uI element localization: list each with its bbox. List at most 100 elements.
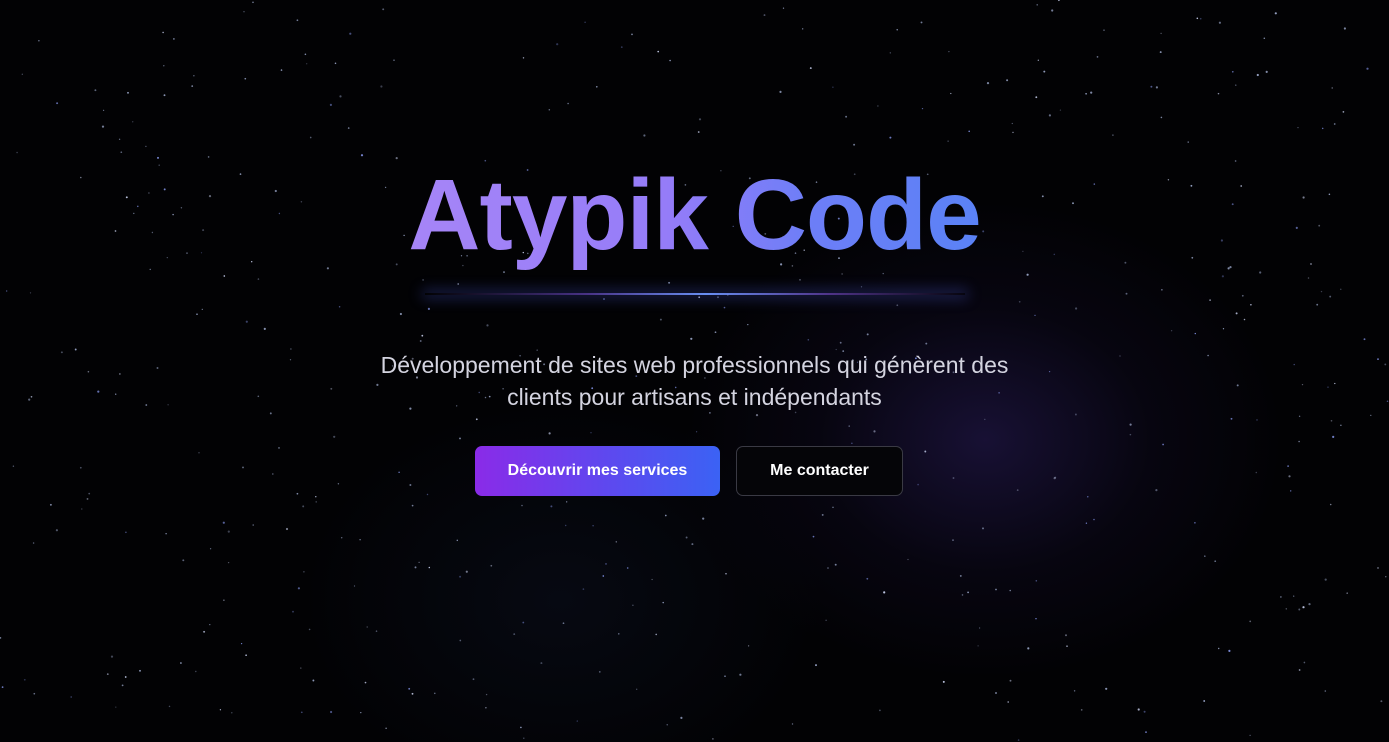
star bbox=[877, 105, 879, 107]
star bbox=[393, 59, 395, 61]
star bbox=[1249, 734, 1251, 737]
star bbox=[366, 626, 368, 628]
star bbox=[1333, 123, 1336, 125]
star bbox=[853, 143, 856, 146]
star bbox=[1143, 710, 1146, 713]
star bbox=[304, 53, 307, 56]
star bbox=[631, 33, 633, 36]
star bbox=[382, 8, 385, 11]
star bbox=[1298, 608, 1301, 611]
star bbox=[717, 296, 719, 299]
star bbox=[191, 85, 194, 87]
star bbox=[312, 679, 315, 682]
star bbox=[598, 671, 601, 673]
star bbox=[702, 517, 705, 520]
star bbox=[851, 442, 853, 445]
star bbox=[1027, 647, 1030, 650]
discover-services-button[interactable]: Découvrir mes services bbox=[475, 446, 720, 496]
star bbox=[21, 73, 23, 75]
star bbox=[1293, 595, 1295, 597]
star bbox=[779, 90, 782, 93]
star bbox=[669, 59, 671, 62]
star bbox=[55, 529, 59, 532]
star bbox=[523, 737, 525, 739]
star bbox=[296, 19, 299, 22]
star bbox=[513, 633, 516, 635]
star bbox=[832, 86, 834, 88]
contact-button-label: Me contacter bbox=[770, 462, 869, 479]
star bbox=[1346, 592, 1348, 594]
star bbox=[252, 524, 254, 526]
star bbox=[799, 279, 801, 281]
star bbox=[947, 140, 949, 142]
star bbox=[193, 75, 195, 77]
star bbox=[1307, 277, 1310, 279]
star bbox=[163, 94, 166, 97]
star bbox=[763, 14, 766, 17]
star bbox=[434, 692, 436, 695]
star bbox=[782, 7, 785, 9]
star bbox=[1129, 423, 1132, 426]
star bbox=[245, 654, 247, 657]
star bbox=[1259, 271, 1262, 274]
star bbox=[1155, 86, 1158, 89]
star bbox=[1016, 489, 1019, 491]
star bbox=[1235, 84, 1237, 86]
star bbox=[132, 121, 134, 123]
star bbox=[978, 627, 981, 629]
star bbox=[548, 432, 551, 435]
star bbox=[0, 637, 2, 639]
star bbox=[680, 716, 683, 720]
star bbox=[1087, 496, 1089, 498]
star bbox=[408, 687, 411, 690]
star bbox=[889, 52, 891, 54]
star bbox=[118, 138, 121, 140]
star bbox=[839, 341, 842, 344]
star bbox=[32, 542, 35, 544]
star bbox=[755, 414, 759, 417]
star bbox=[1385, 576, 1387, 578]
star bbox=[643, 134, 646, 137]
star bbox=[421, 334, 424, 337]
star bbox=[1363, 338, 1366, 341]
star bbox=[603, 298, 605, 300]
star bbox=[664, 514, 667, 517]
star bbox=[1235, 312, 1238, 315]
star bbox=[1026, 273, 1029, 276]
star bbox=[1308, 603, 1311, 606]
star bbox=[668, 281, 671, 284]
star bbox=[364, 681, 367, 684]
star bbox=[207, 156, 210, 158]
star bbox=[29, 292, 32, 294]
star bbox=[697, 131, 700, 133]
star bbox=[426, 493, 429, 496]
star bbox=[243, 11, 245, 13]
star bbox=[1012, 131, 1014, 134]
star bbox=[562, 622, 565, 625]
star bbox=[1302, 606, 1305, 609]
star bbox=[1017, 739, 1020, 741]
star bbox=[576, 720, 578, 722]
star bbox=[841, 273, 843, 275]
star bbox=[1287, 465, 1289, 467]
star bbox=[896, 304, 899, 307]
star bbox=[145, 145, 147, 148]
star bbox=[231, 712, 233, 714]
star bbox=[1035, 96, 1038, 99]
star bbox=[1137, 708, 1140, 711]
star bbox=[1331, 87, 1333, 89]
star bbox=[162, 31, 164, 34]
star bbox=[411, 692, 414, 695]
star bbox=[223, 599, 225, 601]
star bbox=[550, 505, 553, 508]
star bbox=[353, 585, 356, 587]
star bbox=[1066, 645, 1068, 647]
star bbox=[1170, 330, 1173, 332]
star bbox=[1340, 288, 1342, 290]
star bbox=[1159, 51, 1162, 54]
star bbox=[618, 633, 620, 635]
star bbox=[419, 340, 422, 342]
star bbox=[1316, 303, 1319, 306]
contact-button[interactable]: Me contacter bbox=[736, 446, 903, 496]
star bbox=[690, 337, 693, 340]
